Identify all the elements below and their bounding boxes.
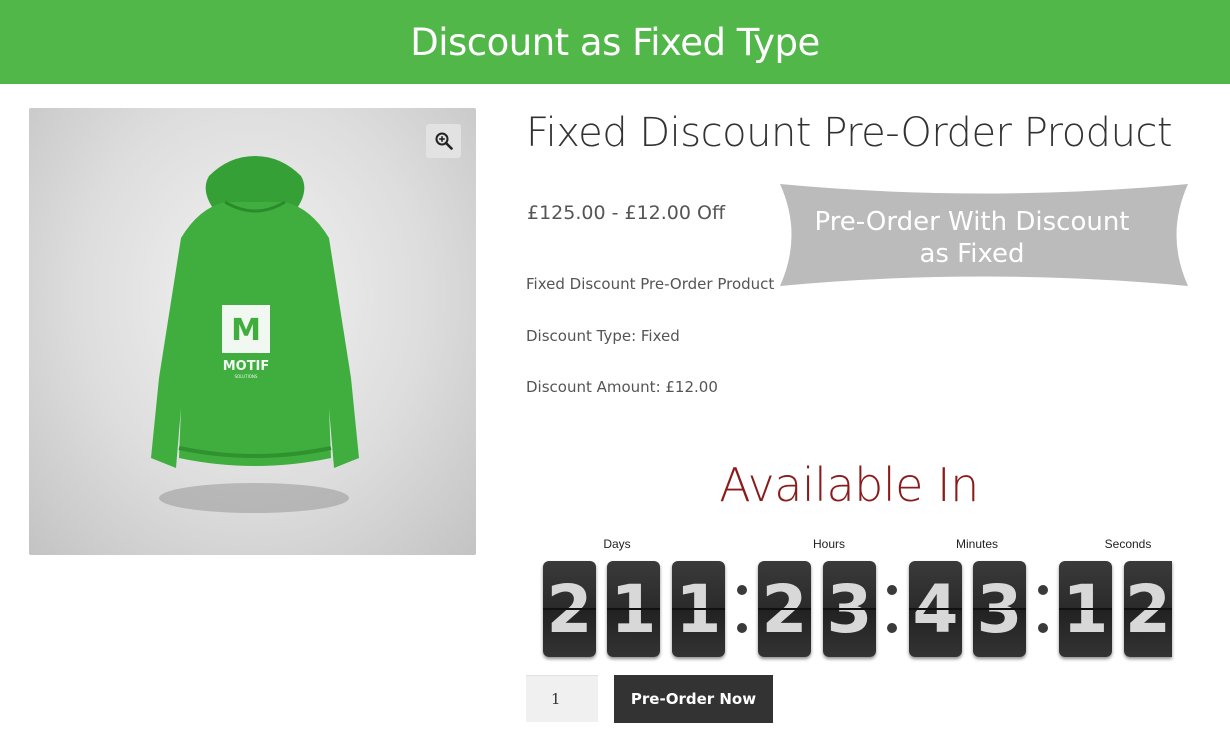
discount-type: Discount Type: Fixed [526, 327, 680, 345]
seconds-digit: 2 [1124, 561, 1172, 657]
hours-label: Hours [812, 537, 846, 551]
hours-digit: 2 [758, 561, 811, 657]
countdown-colon [887, 585, 897, 633]
ribbon-line-2: as Fixed [919, 239, 1025, 269]
header-banner: Discount as Fixed Type [0, 0, 1230, 84]
product-image[interactable]: M MOTIF SOLUTIONS [29, 108, 476, 555]
minutes-digit: 4 [909, 561, 962, 657]
days-digit: 2 [543, 561, 596, 657]
days-digit: 1 [672, 561, 725, 657]
countdown-colon [737, 585, 747, 633]
quantity-input[interactable] [526, 675, 598, 722]
product-title: Fixed Discount Pre-Order Product [526, 110, 1173, 156]
countdown-colon [1038, 585, 1048, 633]
minutes-digit: 3 [973, 561, 1026, 657]
logo-brand: MOTIF [223, 359, 270, 374]
available-in-heading: Available In [719, 458, 979, 512]
magnifier-plus-icon[interactable] [426, 124, 461, 158]
logo-sub: SOLUTIONS [235, 374, 258, 379]
minutes-label: Minutes [955, 537, 999, 551]
pre-order-button[interactable]: Pre-Order Now [614, 675, 773, 723]
hours-digit: 3 [823, 561, 876, 657]
seconds-label: Seconds [1104, 537, 1152, 551]
ribbon-label: Pre-Order With Discount as Fixed [800, 206, 1144, 270]
days-digit: 1 [607, 561, 660, 657]
seconds-digit: 1 [1059, 561, 1112, 657]
product-price: £125.00 - £12.00 Off [527, 202, 726, 224]
product-description: Fixed Discount Pre-Order Product [526, 275, 775, 293]
ribbon-line-1: Pre-Order With Discount [814, 207, 1130, 237]
discount-amount: Discount Amount: £12.00 [526, 378, 718, 396]
logo-letter: M [231, 313, 261, 348]
hoodie-image: M MOTIF SOLUTIONS [151, 156, 359, 513]
days-label: Days [603, 537, 631, 551]
banner-title: Discount as Fixed Type [410, 20, 820, 64]
